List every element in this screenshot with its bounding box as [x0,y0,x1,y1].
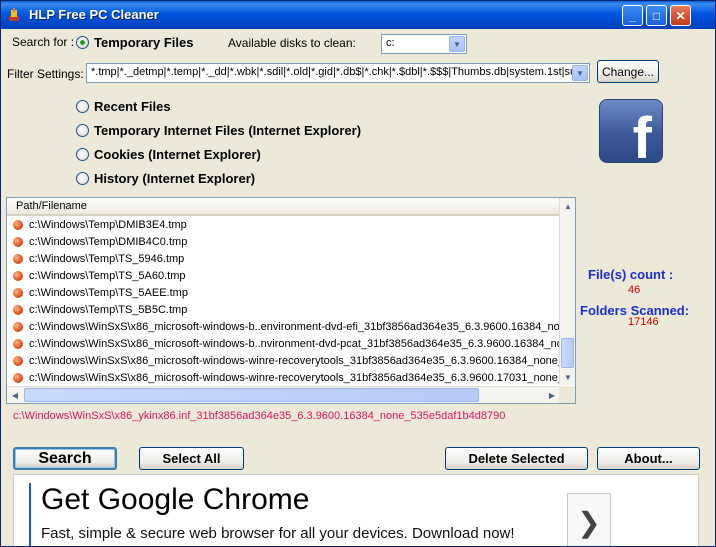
files-count-value: 46 [628,284,641,296]
file-status-icon [13,219,23,230]
list-item[interactable]: c:\Windows\Temp\TS_5946.tmp [7,250,560,267]
option-label: History (Internet Explorer) [94,171,256,186]
horizontal-scroll-thumb[interactable] [24,388,479,402]
list-item[interactable]: c:\Windows\Temp\DMIB4C0.tmp [7,233,560,250]
dropdown-arrow-icon[interactable]: ▼ [449,36,465,52]
scroll-up-icon[interactable]: ▲ [560,198,575,214]
file-path: c:\Windows\WinSxS\x86_microsoft-windows-… [29,337,560,350]
option-label: Temporary Internet Files (Internet Explo… [94,123,362,138]
vertical-scroll-thumb[interactable] [561,338,574,368]
delete-selected-button[interactable]: Delete Selected [445,447,588,470]
radio-cookies[interactable]: Cookies (Internet Explorer) [76,147,261,162]
window-title: HLP Free PC Cleaner [29,7,159,22]
change-button[interactable]: Change... [597,60,659,83]
file-status-icon [13,338,23,349]
file-path: c:\Windows\Temp\DMIB3E4.tmp [29,218,187,231]
radio-icon [76,172,89,185]
scroll-right-icon[interactable]: ▶ [544,387,560,403]
radio-temporary-files[interactable]: Temporary Files [76,35,193,50]
horizontal-scrollbar[interactable]: ◀ ▶ [7,386,560,403]
list-item[interactable]: c:\Windows\Temp\TS_5B5C.tmp [7,301,560,318]
file-status-icon [13,287,23,298]
list-item[interactable]: c:\Windows\WinSxS\x86_microsoft-windows-… [7,352,560,369]
search-for-label: Search for : [12,35,75,49]
radio-icon [76,100,89,113]
file-path: c:\Windows\WinSxS\x86_microsoft-windows-… [29,320,560,333]
about-button[interactable]: About... [597,447,700,470]
radio-history[interactable]: History (Internet Explorer) [76,171,255,186]
facebook-letter: f [632,106,652,163]
list-item[interactable]: c:\Windows\Temp\TS_5A60.tmp [7,267,560,284]
list-item[interactable]: c:\Windows\WinSxS\x86_microsoft-windows-… [7,369,560,386]
app-window: HLP Free PC Cleaner _ □ ✕ Search for : T… [0,0,716,547]
file-status-icon [13,355,23,366]
minimize-button[interactable]: _ [622,5,643,26]
current-scan-path: c:\Windows\WinSxS\x86_ykinx86.inf_31bf38… [13,410,506,422]
scrollbar-corner [559,386,575,403]
filter-select-value: *.tmp|*._detmp|*.temp|*._dd|*.wbk|*.sdil… [91,66,590,78]
available-disks-label: Available disks to clean: [228,36,356,50]
file-status-icon [13,236,23,247]
ad-banner[interactable]: Get Google Chrome Fast, simple & secure … [13,474,699,546]
radio-icon [76,124,89,137]
facebook-icon[interactable]: f [599,99,663,163]
folders-scanned-value: 17146 [628,316,659,328]
select-all-button[interactable]: Select All [139,447,244,470]
list-item[interactable]: c:\Windows\WinSxS\x86_microsoft-windows-… [7,318,560,335]
list-item[interactable]: c:\Windows\Temp\TS_5AEE.tmp [7,284,560,301]
radio-recent-files[interactable]: Recent Files [76,99,171,114]
column-header-path[interactable]: Path/Filename [7,198,560,216]
file-status-icon [13,321,23,332]
file-list-rows: c:\Windows\Temp\DMIB3E4.tmp c:\Windows\T… [7,216,560,386]
file-list[interactable]: Path/Filename c:\Windows\Temp\DMIB3E4.tm… [6,197,576,404]
ad-accent-bar [29,483,31,546]
file-status-icon [13,304,23,315]
maximize-button[interactable]: □ [646,5,667,26]
file-path: c:\Windows\WinSxS\x86_microsoft-windows-… [29,354,560,367]
file-path: c:\Windows\WinSxS\x86_microsoft-windows-… [29,371,560,384]
disk-select[interactable]: c: ▼ [381,34,467,54]
file-status-icon [13,253,23,264]
option-label: Recent Files [94,99,171,114]
temporary-files-label: Temporary Files [94,35,194,50]
chevron-right-icon[interactable]: ❯ [567,493,611,546]
close-button[interactable]: ✕ [670,5,691,26]
list-item[interactable]: c:\Windows\Temp\DMIB3E4.tmp [7,216,560,233]
scroll-left-icon[interactable]: ◀ [7,387,23,403]
file-status-icon [13,270,23,281]
file-path: c:\Windows\Temp\TS_5AEE.tmp [29,286,188,299]
file-status-icon [13,372,23,383]
ad-text[interactable]: Fast, simple & secure web browser for al… [41,525,515,542]
dropdown-arrow-icon[interactable]: ▼ [572,65,588,81]
option-label: Cookies (Internet Explorer) [94,147,261,162]
radio-selected-icon [76,36,89,49]
file-path: c:\Windows\Temp\TS_5B5C.tmp [29,303,188,316]
files-count-label: File(s) count : [588,267,674,282]
radio-temporary-internet-files[interactable]: Temporary Internet Files (Internet Explo… [76,123,361,138]
file-path: c:\Windows\Temp\TS_5A60.tmp [29,269,186,282]
search-button[interactable]: Search [13,447,117,470]
title-bar[interactable]: HLP Free PC Cleaner _ □ ✕ [1,1,715,29]
vertical-scrollbar[interactable]: ▲ ▼ [559,198,575,385]
radio-icon [76,148,89,161]
filter-select[interactable]: *.tmp|*._detmp|*.temp|*._dd|*.wbk|*.sdil… [86,63,590,83]
scroll-down-icon[interactable]: ▼ [560,369,575,385]
filter-settings-label: Filter Settings: [7,67,84,81]
disk-select-value: c: [386,37,395,49]
file-path: c:\Windows\Temp\TS_5946.tmp [29,252,185,265]
file-path: c:\Windows\Temp\DMIB4C0.tmp [29,235,188,248]
app-icon [9,8,19,21]
list-item[interactable]: c:\Windows\WinSxS\x86_microsoft-windows-… [7,335,560,352]
ad-title[interactable]: Get Google Chrome [41,483,309,517]
